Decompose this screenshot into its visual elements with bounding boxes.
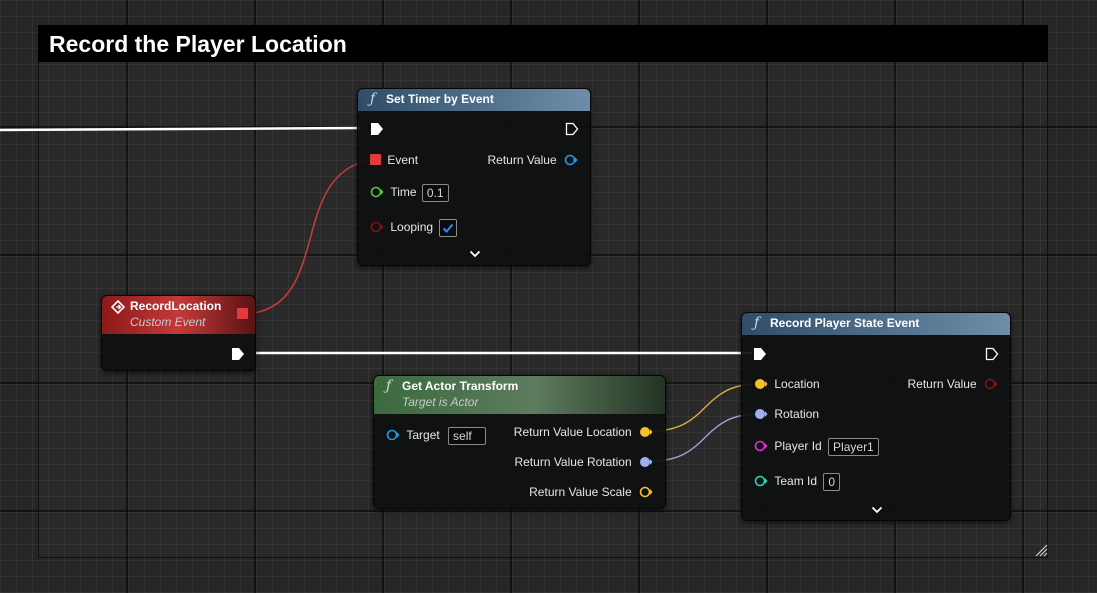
- node-header[interactable]: ƒ Record Player State Event: [742, 313, 1010, 335]
- node-set-timer-by-event[interactable]: ƒ Set Timer by Event Event Return Value …: [357, 88, 591, 266]
- expand-chevron-icon[interactable]: [871, 505, 883, 515]
- bool-out-pin-icon[interactable]: [984, 378, 998, 390]
- bool-pin-icon[interactable]: [370, 221, 384, 233]
- rotator-out-pin-icon[interactable]: [639, 456, 653, 468]
- object-out-pin-icon[interactable]: [564, 154, 578, 166]
- exec-out-pin-icon[interactable]: [565, 122, 579, 136]
- node-title: Set Timer by Event: [386, 92, 494, 106]
- string-pin-icon[interactable]: [754, 440, 768, 452]
- pin-label-return-value: Return Value: [487, 153, 557, 167]
- exec-in-pin-icon[interactable]: [370, 122, 384, 136]
- custom-event-icon: [111, 300, 125, 314]
- node-title: Record Player State Event: [770, 316, 920, 330]
- float-pin-icon[interactable]: [370, 186, 384, 198]
- exec-out-pin-icon[interactable]: [985, 347, 999, 361]
- pin-label-player-id: Player Id: [774, 439, 822, 453]
- exec-out-pin-icon[interactable]: [231, 347, 245, 361]
- object-pin-icon[interactable]: [386, 429, 400, 441]
- node-header[interactable]: ƒ Set Timer by Event: [358, 89, 590, 111]
- time-input[interactable]: 0.1: [421, 183, 449, 202]
- pin-label-rotation: Rotation: [774, 407, 820, 421]
- team-id-input[interactable]: 0: [823, 472, 841, 491]
- node-get-actor-transform[interactable]: ƒ Get Actor Transform Target is Actor Ta…: [373, 375, 666, 509]
- pin-label-time: Time: [390, 185, 417, 199]
- delegate-out-pin-icon[interactable]: [237, 308, 248, 319]
- node-record-location[interactable]: RecordLocation Custom Event: [101, 295, 256, 371]
- vector-out-pin-icon[interactable]: [639, 426, 653, 438]
- checkmark-icon: [443, 223, 454, 233]
- node-subtitle: Target is Actor: [402, 395, 479, 409]
- pin-label-return-rotation: Return Value Rotation: [514, 455, 632, 469]
- pin-label-return-value: Return Value: [907, 377, 977, 391]
- delegate-wire: [253, 159, 371, 314]
- node-header[interactable]: ƒ Get Actor Transform Target is Actor: [374, 376, 665, 414]
- node-title: Get Actor Transform: [402, 379, 519, 393]
- pin-label-location: Location: [774, 377, 820, 391]
- function-icon: ƒ: [386, 378, 392, 394]
- target-input[interactable]: self: [448, 426, 487, 445]
- pin-label-target: Target: [406, 428, 440, 442]
- pin-label-return-location: Return Value Location: [513, 425, 632, 439]
- int-pin-icon[interactable]: [754, 475, 768, 487]
- node-header[interactable]: RecordLocation Custom Event: [102, 296, 255, 334]
- pin-label-return-scale: Return Value Scale: [529, 485, 632, 499]
- vector-out-pin-icon[interactable]: [639, 486, 653, 498]
- pin-label-event: Event: [387, 153, 419, 167]
- delegate-pin-icon[interactable]: [370, 154, 381, 165]
- pin-label-team-id: Team Id: [774, 474, 818, 488]
- exec-in-pin-icon[interactable]: [753, 347, 767, 361]
- player-id-input[interactable]: Player1: [828, 437, 879, 456]
- function-icon: ƒ: [370, 91, 376, 107]
- pin-label-looping: Looping: [390, 220, 434, 234]
- expand-chevron-icon[interactable]: [469, 249, 481, 259]
- rotator-pin-icon[interactable]: [754, 408, 768, 420]
- function-icon: ƒ: [754, 315, 760, 331]
- exec-wire-incoming: [0, 126, 361, 132]
- node-record-player-state-event[interactable]: ƒ Record Player State Event Location Ret…: [741, 312, 1011, 521]
- vector-pin-icon[interactable]: [754, 378, 768, 390]
- looping-checkbox[interactable]: [439, 218, 458, 237]
